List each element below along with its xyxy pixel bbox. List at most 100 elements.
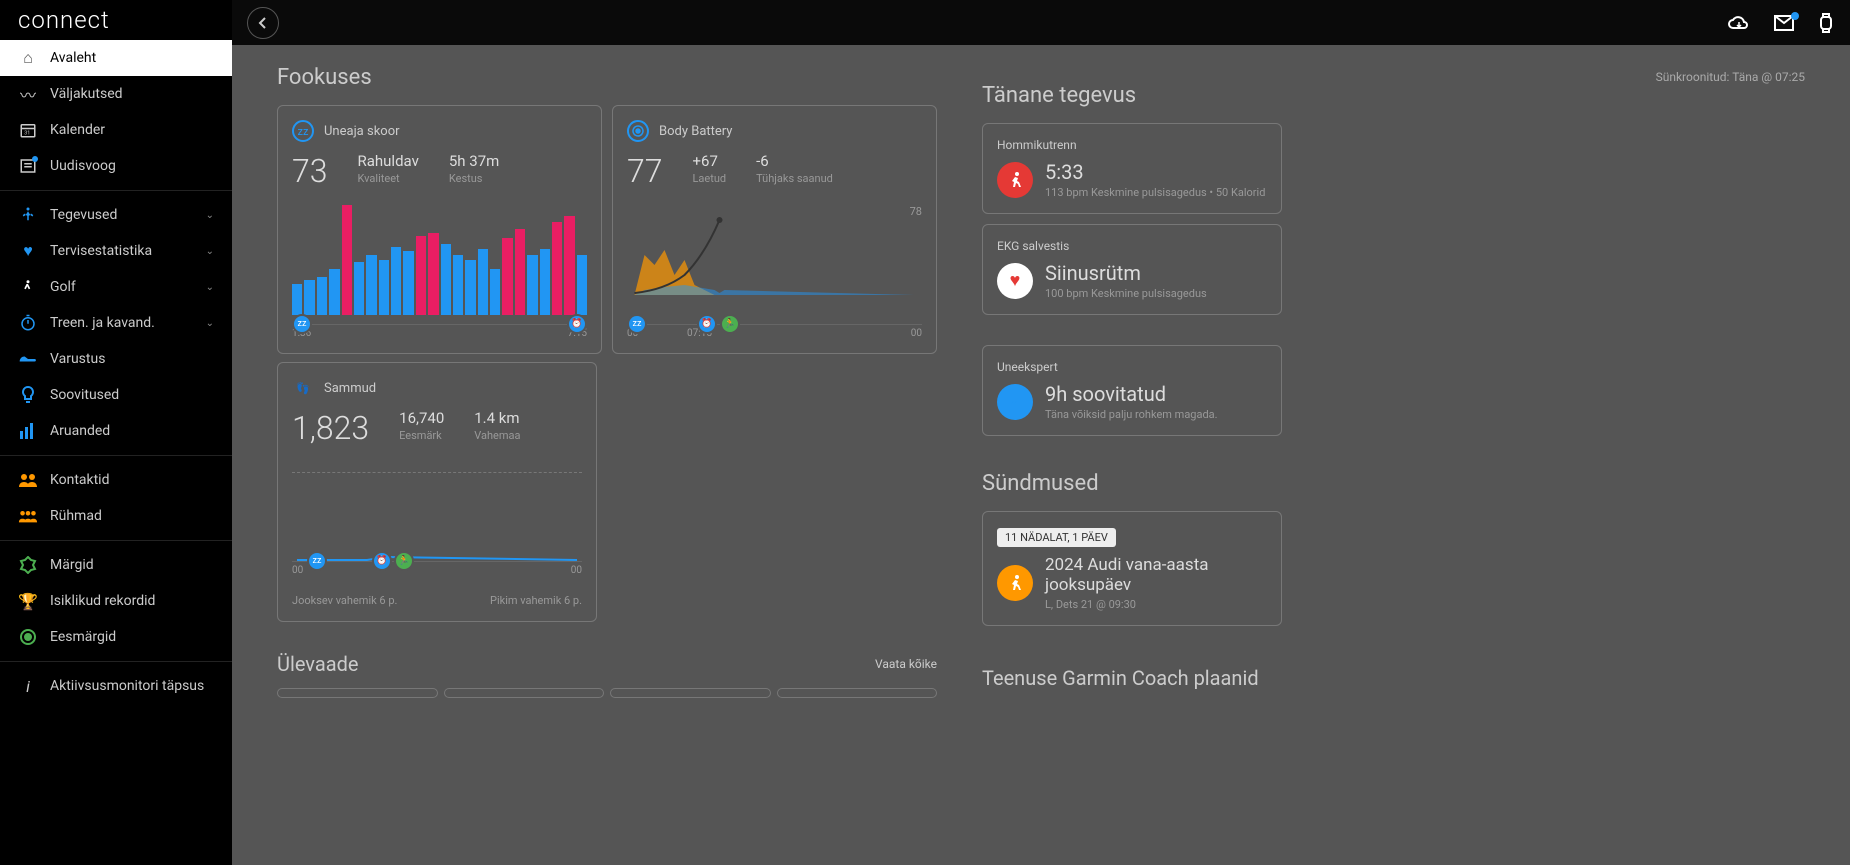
- sync-status: Sünkroonitud: Täna @ 07:25: [1656, 70, 1805, 84]
- card-title: Sammud: [324, 381, 376, 396]
- main-area: Sünkroonitud: Täna @ 07:25 Fookuses zz U…: [232, 0, 1850, 865]
- nav-label: Treen. ja kavand.: [50, 315, 155, 331]
- steps-icon: 👣: [292, 377, 314, 399]
- sleep-score: 73: [292, 152, 328, 190]
- watch-icon[interactable]: [1817, 12, 1835, 34]
- nav-label: Uudisvoog: [50, 158, 116, 174]
- time-label: 00: [292, 565, 303, 576]
- nav-contacts[interactable]: Kontaktid: [0, 462, 232, 498]
- nav-home[interactable]: ⌂ Avaleht: [0, 40, 232, 76]
- nav-activities[interactable]: Tegevused ⌄: [0, 197, 232, 233]
- ecg-result: Siinusrütm: [1045, 261, 1267, 285]
- people-icon: [18, 470, 38, 490]
- sleep-detail: Täna võiksid palju rohkem magada.: [1045, 408, 1267, 421]
- nav-newsfeed[interactable]: Uudisvoog: [0, 148, 232, 184]
- overview-tab[interactable]: [277, 688, 438, 698]
- event-name: 2024 Audi vana-aasta jooksupäev: [1045, 555, 1267, 596]
- notification-dot: [32, 156, 38, 162]
- cloud-sync-icon[interactable]: [1727, 14, 1751, 32]
- steps-card[interactable]: 👣 Sammud 1,823 16,740 Eesmärk 1.4 km: [277, 362, 597, 622]
- nav-golf[interactable]: Golf ⌄: [0, 269, 232, 305]
- badge-icon: [18, 555, 38, 575]
- nav-badges[interactable]: Märgid: [0, 547, 232, 583]
- peak-label: 78: [910, 205, 922, 218]
- activity-icon: [18, 205, 38, 225]
- battery-value: 77: [627, 152, 663, 190]
- stat-label: Kestus: [449, 172, 499, 185]
- nav-label: Kontaktid: [50, 472, 110, 488]
- svg-text:31: 31: [24, 131, 30, 137]
- stopwatch-icon: [18, 313, 38, 333]
- sleep-icon: zz: [292, 120, 314, 142]
- morning-workout-card[interactable]: Hommikutrenn 5:33 113 bpm Keskmine pulsi…: [982, 123, 1282, 214]
- svg-text:zz: zz: [1011, 399, 1017, 406]
- focus-title: Fookuses: [277, 65, 937, 90]
- target-icon: [18, 627, 38, 647]
- sleep-duration: 5h 37m: [449, 152, 499, 170]
- nav-suggestions[interactable]: Soovitused: [0, 377, 232, 413]
- nav-reports[interactable]: Aruanded: [0, 413, 232, 449]
- sleep-start-icon: zz: [292, 314, 312, 334]
- nav-label: Märgid: [50, 557, 94, 573]
- longest-range: Pikim vahemik 6 p.: [490, 594, 582, 607]
- ecg-heart-icon: ♥: [997, 263, 1033, 299]
- ecg-detail: 100 bpm Keskmine pulsisagedus: [1045, 287, 1267, 300]
- card-title: Body Battery: [659, 124, 732, 139]
- nav-label: Tervisestatistika: [50, 243, 152, 259]
- view-all-link[interactable]: Vaata kõike: [875, 657, 937, 671]
- nav-label: Varustus: [50, 351, 105, 367]
- overview-tab[interactable]: [610, 688, 771, 698]
- today-title: Tänane tegevus: [982, 83, 1282, 108]
- pulse-icon: 〰: [18, 84, 38, 104]
- battery-chart: [627, 205, 922, 305]
- nav-label: Aruanded: [50, 423, 110, 439]
- nav-label: Golf: [50, 279, 76, 295]
- nav-label: Eesmärgid: [50, 629, 116, 645]
- running-icon: [997, 162, 1033, 198]
- stat-label: Eesmärk: [399, 429, 444, 442]
- nav-challenges[interactable]: 〰 Väljakutsed: [0, 76, 232, 112]
- inbox-icon[interactable]: [1773, 14, 1795, 32]
- home-icon: ⌂: [18, 48, 38, 68]
- activity-icon: 🏃: [720, 314, 740, 334]
- group-icon: [18, 506, 38, 526]
- nav-label: Väljakutsed: [50, 86, 123, 102]
- time-label: 00: [571, 565, 582, 576]
- sleep-moon-icon: zz: [997, 384, 1033, 420]
- nav-health[interactable]: ♥ Tervisestatistika ⌄: [0, 233, 232, 269]
- info-icon: i: [18, 676, 38, 696]
- nav-label: Kalender: [50, 122, 105, 138]
- logo-text: connect: [18, 6, 110, 34]
- nav-accuracy[interactable]: i Aktiivsusmonitori täpsus: [0, 668, 232, 704]
- nav-calendar[interactable]: 31 Kalender: [0, 112, 232, 148]
- chevron-down-icon: ⌄: [206, 246, 214, 257]
- event-card[interactable]: 11 NÄDALAT, 1 PÄEV 2024 Audi vana-aasta …: [982, 511, 1282, 626]
- nav-goals[interactable]: Eesmärgid: [0, 619, 232, 655]
- ecg-card[interactable]: EKG salvestis ♥ Siinusrütm 100 bpm Keskm…: [982, 224, 1282, 315]
- overview-tab[interactable]: [777, 688, 938, 698]
- back-button[interactable]: [247, 7, 279, 39]
- sleep-icon: zz: [627, 314, 647, 334]
- golf-icon: [18, 277, 38, 297]
- chevron-down-icon: ⌄: [206, 210, 214, 221]
- current-range: Jooksev vahemik 6 p.: [292, 594, 397, 607]
- chevron-down-icon: ⌄: [206, 282, 214, 293]
- activity-detail: 113 bpm Keskmine pulsisagedus • 50 Kalor…: [1045, 186, 1267, 199]
- nav-training[interactable]: Treen. ja kavand. ⌄: [0, 305, 232, 341]
- nav-label: Aktiivsusmonitori täpsus: [50, 678, 204, 694]
- alarm-icon: ⏰: [567, 314, 587, 334]
- nav-groups[interactable]: Rühmad: [0, 498, 232, 534]
- logo[interactable]: connect: [0, 0, 232, 40]
- nav-records[interactable]: 🏆 Isiklikud rekordid: [0, 583, 232, 619]
- body-battery-card[interactable]: Body Battery 77 +67 Laetud -6 Tühjaks sa…: [612, 105, 937, 354]
- calendar-icon: 31: [18, 120, 38, 140]
- steps-chart: zz ⏰ 🏃: [292, 462, 582, 562]
- sleep-card[interactable]: zz Uneaja skoor 73 Rahuldav Kvaliteet 5h…: [277, 105, 602, 354]
- nav-gear[interactable]: Varustus: [0, 341, 232, 377]
- overview-tab[interactable]: [444, 688, 605, 698]
- activity-icon: 🏃: [394, 551, 414, 571]
- chevron-down-icon: ⌄: [206, 318, 214, 329]
- sleep-expert-card[interactable]: Uneekspert zz 9h soovitatud Täna võiksid…: [982, 345, 1282, 436]
- stat-label: Kvaliteet: [358, 172, 419, 185]
- steps-count: 1,823: [292, 409, 369, 447]
